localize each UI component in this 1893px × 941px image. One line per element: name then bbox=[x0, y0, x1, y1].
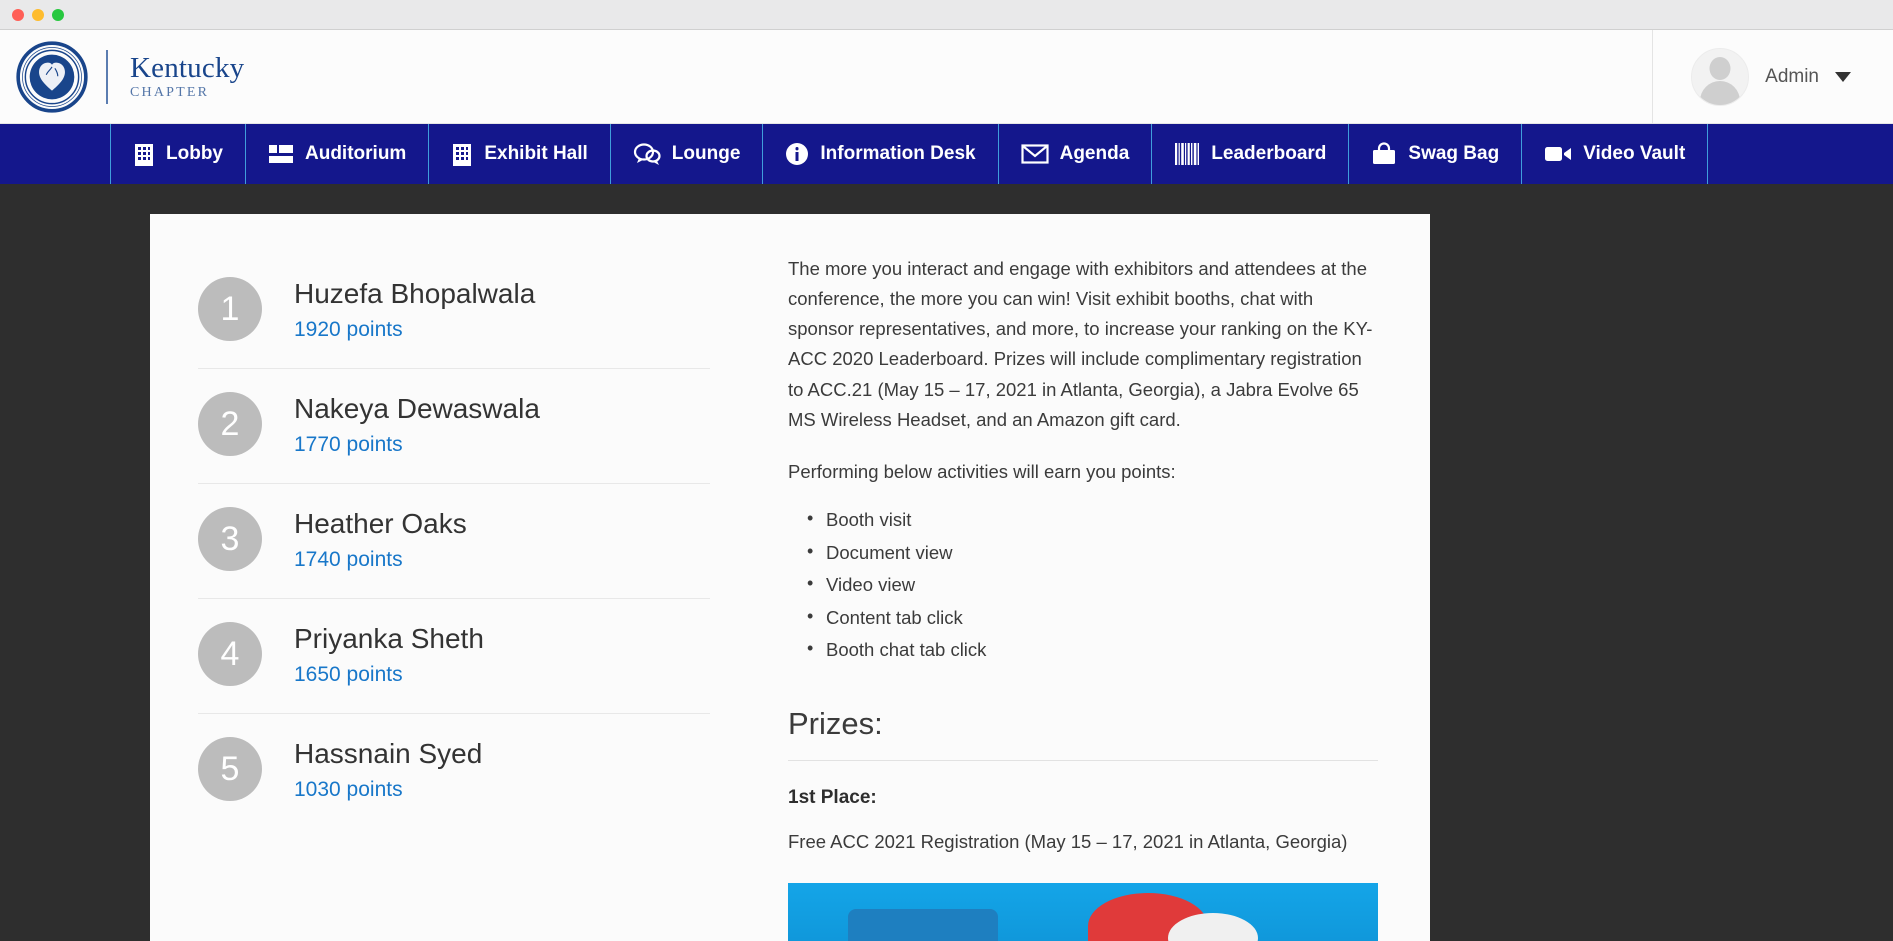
list-item: Content tab click bbox=[788, 606, 1378, 640]
list-item[interactable]: 3 Heather Oaks 1740 points bbox=[198, 484, 710, 599]
participant-name: Priyanka Sheth bbox=[294, 623, 484, 654]
participant-points: 1650 points bbox=[294, 663, 403, 686]
barcode-icon bbox=[1174, 142, 1200, 166]
nav-item-leaderboard[interactable]: Leaderboard bbox=[1152, 124, 1350, 184]
nav-label: Information Desk bbox=[820, 143, 976, 164]
list-item[interactable]: 1 Huzefa Bhopalwala 1920 points bbox=[198, 254, 710, 369]
list-item: Booth visit bbox=[788, 508, 1378, 542]
window-title-bar bbox=[0, 0, 1893, 30]
brand-subtitle: CHAPTER bbox=[130, 84, 210, 100]
nav-item-information-desk[interactable]: Information Desk bbox=[763, 124, 999, 184]
info-circle-icon bbox=[785, 142, 809, 166]
brand-divider bbox=[106, 49, 108, 104]
nav-label: Lounge bbox=[671, 143, 741, 164]
nav-item-video-vault[interactable]: Video Vault bbox=[1522, 124, 1709, 184]
nav-label: Exhibit Hall bbox=[484, 143, 588, 164]
participant-name: Heather Oaks bbox=[294, 508, 467, 539]
rank-badge: 4 bbox=[198, 622, 262, 686]
main-navigation: Lobby Auditorium Exhibit Hall Lounge Inf bbox=[0, 124, 1893, 184]
rank-badge: 1 bbox=[198, 277, 262, 341]
minimize-window-button[interactable] bbox=[32, 8, 44, 21]
nav-item-exhibit-hall[interactable]: Exhibit Hall bbox=[429, 124, 611, 184]
rank-badge: 2 bbox=[198, 392, 262, 456]
close-window-button[interactable] bbox=[12, 8, 24, 21]
nav-label: Leaderboard bbox=[1211, 143, 1327, 164]
chat-bubble-icon bbox=[633, 143, 661, 165]
first-place-label: 1st Place: bbox=[788, 786, 877, 808]
nav-label: Auditorium bbox=[305, 143, 407, 164]
prize-image bbox=[788, 882, 1378, 941]
nav-label: Lobby bbox=[166, 143, 223, 164]
participant-name: Hassnain Syed bbox=[294, 738, 483, 769]
envelope-icon bbox=[1021, 143, 1049, 165]
user-menu[interactable]: Admin bbox=[1652, 30, 1893, 124]
building-icon bbox=[133, 142, 155, 166]
building-icon bbox=[451, 142, 473, 166]
participant-points: 1770 points bbox=[294, 433, 403, 456]
nav-item-agenda[interactable]: Agenda bbox=[999, 124, 1153, 184]
chevron-down-icon[interactable] bbox=[1835, 71, 1851, 82]
shopping-bag-icon bbox=[1371, 142, 1397, 166]
presentation-icon bbox=[268, 143, 294, 165]
prize-image-shape bbox=[848, 908, 998, 941]
avatar bbox=[1691, 47, 1750, 106]
first-place-description: Free ACC 2021 Registration (May 15 – 17,… bbox=[788, 830, 1348, 852]
activities-lead: Performing below activities will earn yo… bbox=[788, 460, 1176, 482]
list-item[interactable]: 5 Hassnain Syed 1030 points bbox=[198, 714, 710, 828]
nav-label: Video Vault bbox=[1583, 143, 1686, 164]
browser-viewport: Kentucky CHAPTER Admin Lobby Auditorium bbox=[0, 30, 1893, 941]
participant-points: 1740 points bbox=[294, 548, 403, 571]
site-header: Kentucky CHAPTER Admin bbox=[0, 30, 1893, 124]
nav-item-swag-bag[interactable]: Swag Bag bbox=[1349, 124, 1523, 184]
list-item[interactable]: 2 Nakeya Dewaswala 1770 points bbox=[198, 369, 710, 484]
list-item: Video view bbox=[788, 573, 1378, 607]
participant-name: Huzefa Bhopalwala bbox=[294, 278, 536, 309]
info-panel: The more you interact and engage with ex… bbox=[760, 254, 1430, 941]
nav-label: Agenda bbox=[1059, 143, 1130, 164]
user-name-label: Admin bbox=[1765, 65, 1819, 87]
video-camera-icon bbox=[1544, 144, 1572, 164]
leaderboard-list: 1 Huzefa Bhopalwala 1920 points 2 Nakeya… bbox=[150, 254, 760, 941]
acc-seal-icon bbox=[16, 40, 88, 113]
nav-item-auditorium[interactable]: Auditorium bbox=[246, 124, 430, 184]
participant-points: 1030 points bbox=[294, 778, 403, 801]
brand-logo[interactable]: Kentucky CHAPTER bbox=[0, 40, 245, 113]
brand-name: Kentucky bbox=[130, 51, 245, 84]
activities-list: Booth visit Document view Video view Con… bbox=[788, 508, 1378, 672]
intro-paragraph: The more you interact and engage with ex… bbox=[788, 258, 1373, 430]
nav-item-lobby[interactable]: Lobby bbox=[110, 124, 246, 184]
list-item: Document view bbox=[788, 541, 1378, 575]
list-item: Booth chat tab click bbox=[788, 638, 1378, 672]
content-frame: 1 Huzefa Bhopalwala 1920 points 2 Nakeya… bbox=[150, 214, 1430, 941]
participant-points: 1920 points bbox=[294, 318, 403, 341]
zoom-window-button[interactable] bbox=[52, 8, 64, 21]
rank-badge: 5 bbox=[198, 737, 262, 801]
rank-badge: 3 bbox=[198, 507, 262, 571]
list-item[interactable]: 4 Priyanka Sheth 1650 points bbox=[198, 599, 710, 714]
prizes-heading: Prizes: bbox=[788, 706, 1378, 761]
nav-item-lounge[interactable]: Lounge bbox=[611, 124, 764, 184]
participant-name: Nakeya Dewaswala bbox=[294, 393, 540, 424]
nav-label: Swag Bag bbox=[1408, 143, 1500, 164]
